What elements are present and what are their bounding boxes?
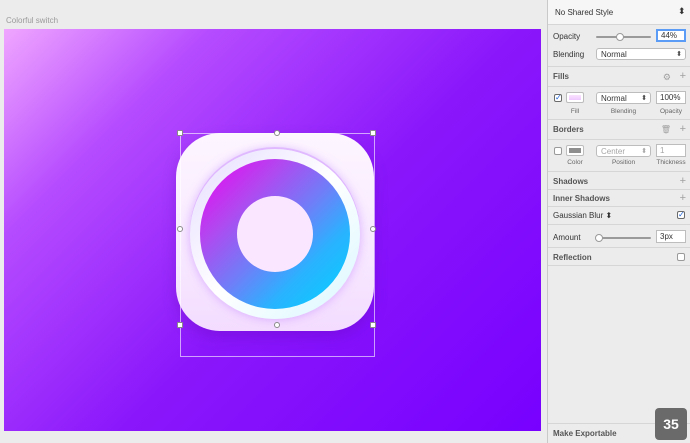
- resize-handle-bottom[interactable]: [274, 322, 280, 328]
- resize-handle-bottom-right[interactable]: [370, 322, 376, 328]
- divider: [548, 24, 690, 25]
- stepper-icon: ⬍: [641, 148, 647, 155]
- amount-slider[interactable]: [596, 237, 651, 239]
- border-color-caption: Color: [567, 159, 583, 166]
- canvas-area[interactable]: Colorful switch: [0, 0, 547, 443]
- add-shadow-plus-icon[interactable]: +: [680, 176, 686, 187]
- blending-select[interactable]: Normal ⬍: [596, 48, 686, 60]
- divider: [548, 66, 690, 67]
- gear-icon[interactable]: ⚙: [663, 72, 671, 82]
- border-color-swatch[interactable]: [566, 145, 584, 156]
- divider: [548, 224, 690, 225]
- border-position-caption: Position: [611, 159, 636, 166]
- fill-blending-value: Normal: [601, 94, 627, 103]
- reflection-section-title[interactable]: Reflection: [553, 253, 592, 262]
- resize-handle-top-left[interactable]: [177, 130, 183, 136]
- stepper-icon: ⬍: [676, 51, 682, 58]
- number-badge: 35: [655, 408, 687, 440]
- borders-section-title: Borders: [553, 125, 584, 134]
- inspector-panel: No Shared Style ⬍ Opacity 44% Blending N…: [547, 0, 690, 443]
- fill-blending-select[interactable]: Normal ⬍: [596, 92, 651, 104]
- resize-handle-top-right[interactable]: [370, 130, 376, 136]
- resize-handle-bottom-left[interactable]: [177, 322, 183, 328]
- blending-label: Blending: [553, 50, 585, 59]
- divider: [548, 119, 690, 120]
- border-color: [569, 148, 581, 153]
- divider: [548, 265, 690, 266]
- divider: [548, 206, 690, 207]
- resize-handle-right[interactable]: [370, 226, 376, 232]
- fill-caption: Fill: [570, 108, 580, 115]
- divider: [548, 139, 690, 140]
- blur-enabled-checkbox[interactable]: ✓: [677, 211, 685, 219]
- blending-value: Normal: [601, 50, 627, 59]
- inner-shadows-section-title[interactable]: Inner Shadows: [553, 194, 610, 203]
- opacity-slider-knob[interactable]: [616, 33, 625, 41]
- add-fill-plus-icon[interactable]: +: [680, 71, 686, 82]
- amount-field[interactable]: 3px: [656, 230, 686, 243]
- opacity-field[interactable]: 44%: [656, 29, 686, 42]
- blur-type-label: Gaussian Blur: [553, 211, 604, 220]
- amount-slider-knob[interactable]: [595, 234, 604, 242]
- divider: [548, 171, 690, 172]
- border-thickness-field[interactable]: 1: [656, 144, 686, 157]
- trash-icon[interactable]: 🗑: [661, 125, 671, 135]
- fill-color-swatch[interactable]: [566, 92, 584, 103]
- resize-handle-left[interactable]: [177, 226, 183, 232]
- fill-blending-caption: Blending: [610, 108, 637, 115]
- border-thickness-caption: Thickness: [656, 159, 686, 166]
- add-inner-shadow-plus-icon[interactable]: +: [680, 193, 686, 204]
- resize-handle-top[interactable]: [274, 130, 280, 136]
- artboard-title[interactable]: Colorful switch: [6, 16, 58, 25]
- divider: [548, 247, 690, 248]
- amount-label: Amount: [553, 233, 581, 242]
- make-exportable-button[interactable]: Make Exportable: [553, 429, 617, 438]
- add-border-plus-icon[interactable]: +: [680, 124, 686, 135]
- fill-color: [569, 95, 581, 100]
- shadows-section-title[interactable]: Shadows: [553, 177, 588, 186]
- artboard[interactable]: [4, 29, 541, 431]
- blur-type-select[interactable]: Gaussian Blur ⬍: [553, 211, 612, 220]
- shared-style-select[interactable]: No Shared Style: [555, 8, 613, 17]
- stepper-icon[interactable]: ⬍: [678, 6, 686, 17]
- shared-style-row[interactable]: No Shared Style ⬍: [548, 0, 690, 24]
- fills-section-title: Fills: [553, 72, 570, 81]
- fill-opacity-field[interactable]: 100%: [656, 91, 686, 104]
- border-position-value: Center: [601, 147, 626, 156]
- divider: [548, 189, 690, 190]
- opacity-label: Opacity: [553, 32, 581, 41]
- stepper-icon: ⬍: [605, 211, 613, 220]
- reflection-checkbox[interactable]: [677, 253, 685, 261]
- divider: [548, 86, 690, 87]
- fill-enabled-checkbox[interactable]: ✓: [554, 94, 562, 102]
- fill-opacity-caption: Opacity: [659, 108, 683, 115]
- border-enabled-checkbox[interactable]: [554, 147, 562, 155]
- stepper-icon: ⬍: [641, 95, 647, 102]
- border-position-select[interactable]: Center ⬍: [596, 145, 651, 157]
